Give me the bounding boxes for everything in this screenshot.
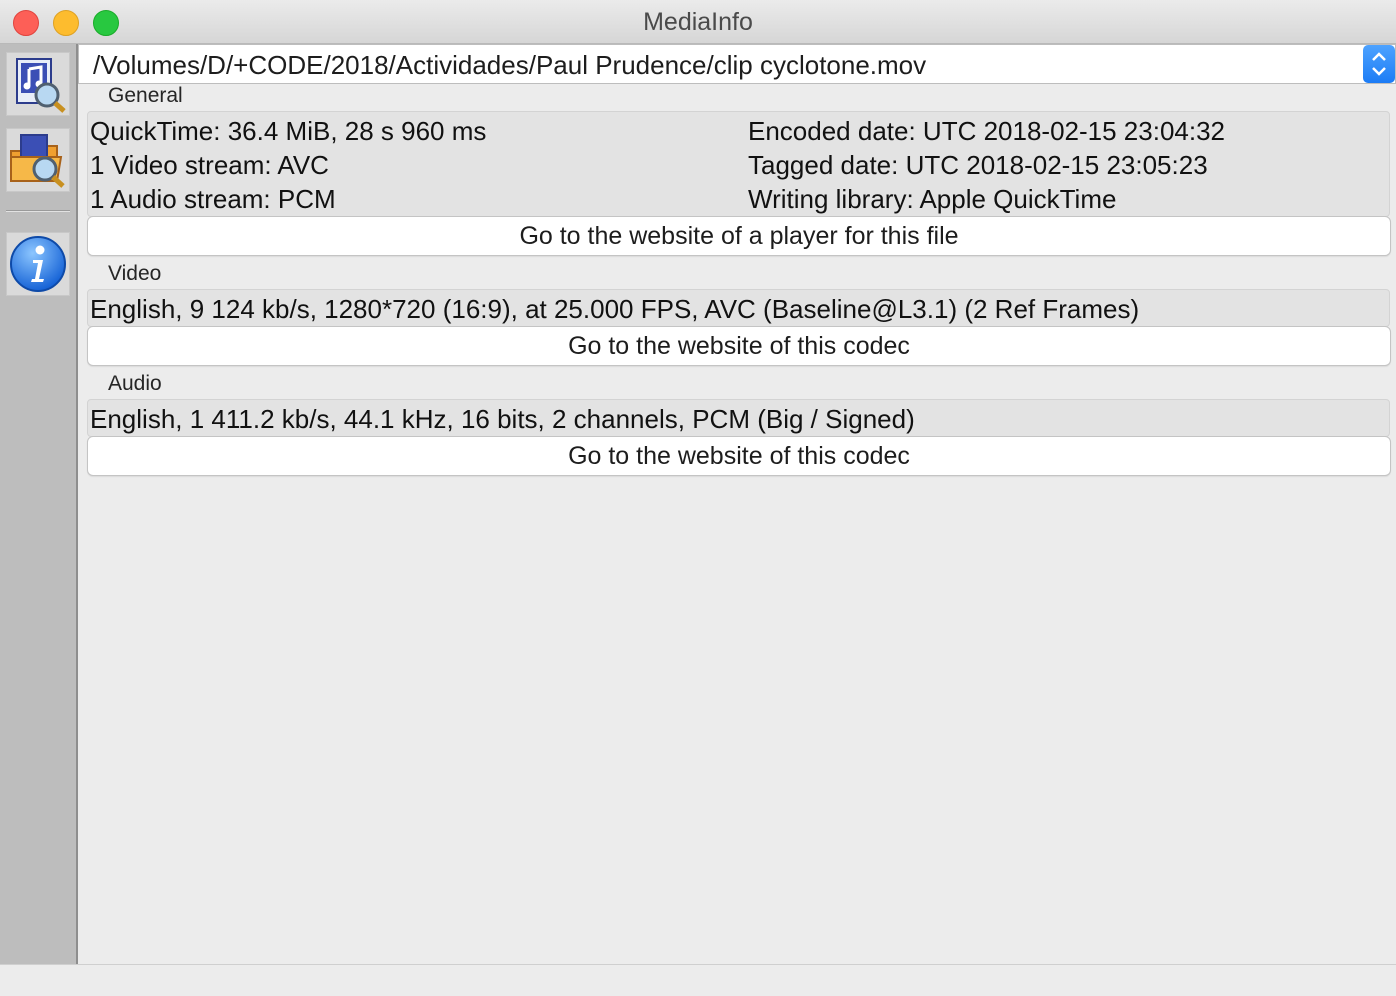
open-folder-icon — [10, 134, 65, 188]
video-info-box: English, 9 124 kb/s, 1280*720 (16:9), at… — [87, 289, 1390, 327]
audio-section-label: Audio — [108, 372, 162, 395]
encoded-date-line: Encoded date: UTC 2018-02-15 23:04:32 — [748, 116, 1226, 146]
general-format-line: QuickTime: 36.4 MiB, 28 s 960 ms — [90, 116, 487, 146]
window-title: MediaInfo — [643, 8, 753, 36]
open-folder-button[interactable] — [6, 128, 70, 192]
general-section-label: General — [108, 84, 183, 107]
writing-library-line: Writing library: Apple QuickTime — [748, 184, 1117, 214]
sidebar-separator — [6, 210, 70, 212]
file-path-value: /Volumes/D/+CODE/2018/Actividades/Paul P… — [93, 50, 927, 80]
title-bar: MediaInfo — [0, 0, 1396, 44]
open-file-button[interactable] — [6, 52, 70, 116]
video-details-line: English, 9 124 kb/s, 1280*720 (16:9), at… — [90, 294, 1140, 324]
tagged-date-line: Tagged date: UTC 2018-02-15 23:05:23 — [748, 150, 1208, 180]
general-audio-streams-line: 1 Audio stream: PCM — [90, 184, 336, 214]
general-info-box: QuickTime: 36.4 MiB, 28 s 960 ms 1 Video… — [87, 111, 1390, 217]
video-section-label: Video — [108, 262, 162, 285]
general-video-streams-line: 1 Video stream: AVC — [90, 150, 329, 180]
sidebar-toolbar — [0, 44, 78, 964]
status-bar — [0, 964, 1396, 996]
file-path-dropdown-button[interactable] — [1363, 45, 1395, 83]
about-button[interactable] — [6, 232, 70, 296]
info-icon — [10, 236, 66, 292]
audio-info-box: English, 1 411.2 kb/s, 44.1 kHz, 16 bits… — [87, 399, 1390, 437]
open-file-icon — [16, 58, 66, 113]
player-website-button[interactable]: Go to the website of a player for this f… — [87, 216, 1391, 256]
video-codec-website-button[interactable]: Go to the website of this codec — [87, 326, 1391, 366]
audio-codec-website-button[interactable]: Go to the website of this codec — [87, 436, 1391, 476]
file-path-select[interactable]: /Volumes/D/+CODE/2018/Actividades/Paul P… — [78, 44, 1396, 84]
chevron-up-down-icon — [1372, 52, 1386, 76]
audio-details-line: English, 1 411.2 kb/s, 44.1 kHz, 16 bits… — [90, 404, 915, 434]
